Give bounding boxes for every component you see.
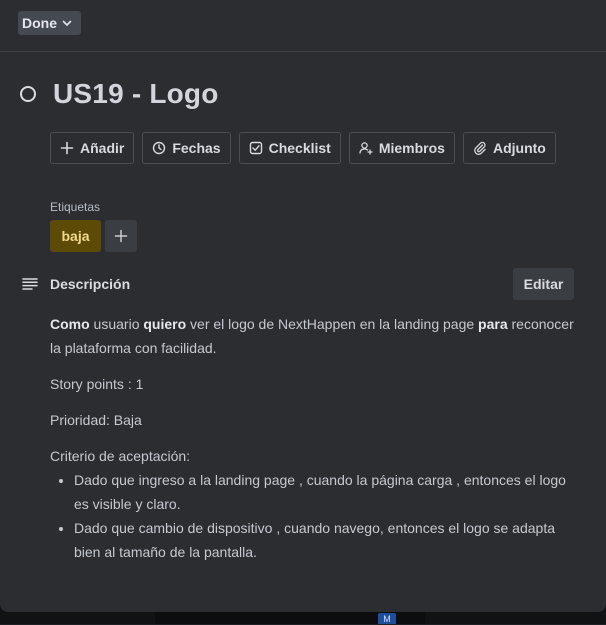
card-title[interactable]: US19 - Logo (53, 78, 219, 110)
criteria-list: Dado que ingreso a la landing page , cua… (50, 468, 580, 564)
dates-button-label: Fechas (172, 140, 221, 156)
criteria-heading: Criterio de aceptación: (50, 448, 191, 464)
add-label-button[interactable] (105, 220, 137, 252)
story-points-text: Story points : 1 (50, 376, 144, 392)
status-dropdown[interactable]: Done (18, 11, 81, 35)
plus-icon (60, 141, 74, 155)
card-actions-bar: Añadir Fechas Checklist Miembros Adjunto (50, 132, 556, 164)
checkbox-icon (249, 141, 262, 155)
dates-button[interactable]: Fechas (142, 132, 231, 164)
add-member-icon (359, 142, 373, 155)
plus-icon (114, 229, 128, 243)
card-header-bar: Done (0, 0, 606, 52)
card-detail-modal: Done US19 - Logo Añadir Fechas Checklist… (0, 0, 606, 612)
label-chip-baja[interactable]: baja (50, 220, 101, 252)
checklist-button[interactable]: Checklist (238, 132, 341, 164)
priority-text: Prioridad: Baja (50, 412, 142, 428)
members-button-label: Miembros (378, 140, 445, 156)
description-lines-icon (22, 278, 38, 290)
add-button[interactable]: Añadir (50, 132, 135, 164)
clock-icon (153, 141, 166, 155)
user-story-paragraph: Como usuario quiero ver el logo de NextH… (50, 316, 574, 356)
chevron-down-icon (62, 20, 72, 27)
members-button[interactable]: Miembros (348, 132, 455, 164)
card-title-row: US19 - Logo (20, 78, 219, 110)
description-body[interactable]: Como usuario quiero ver el logo de NextH… (50, 312, 580, 564)
attachment-button[interactable]: Adjunto (462, 132, 556, 164)
edit-description-button[interactable]: Editar (513, 268, 574, 300)
attachment-button-label: Adjunto (492, 140, 546, 156)
paperclip-icon (474, 141, 486, 155)
checklist-button-label: Checklist (268, 140, 331, 156)
member-avatar[interactable]: M (378, 613, 396, 624)
status-label: Done (22, 15, 57, 31)
complete-toggle-icon[interactable] (20, 86, 36, 102)
labels-heading: Etiquetas (50, 200, 101, 214)
add-button-label: Añadir (80, 140, 125, 156)
criteria-item: Dado que cambio de dispositivo , cuando … (74, 516, 580, 564)
criteria-item: Dado que ingreso a la landing page , cua… (74, 468, 580, 516)
description-heading: Descripción (50, 276, 131, 292)
